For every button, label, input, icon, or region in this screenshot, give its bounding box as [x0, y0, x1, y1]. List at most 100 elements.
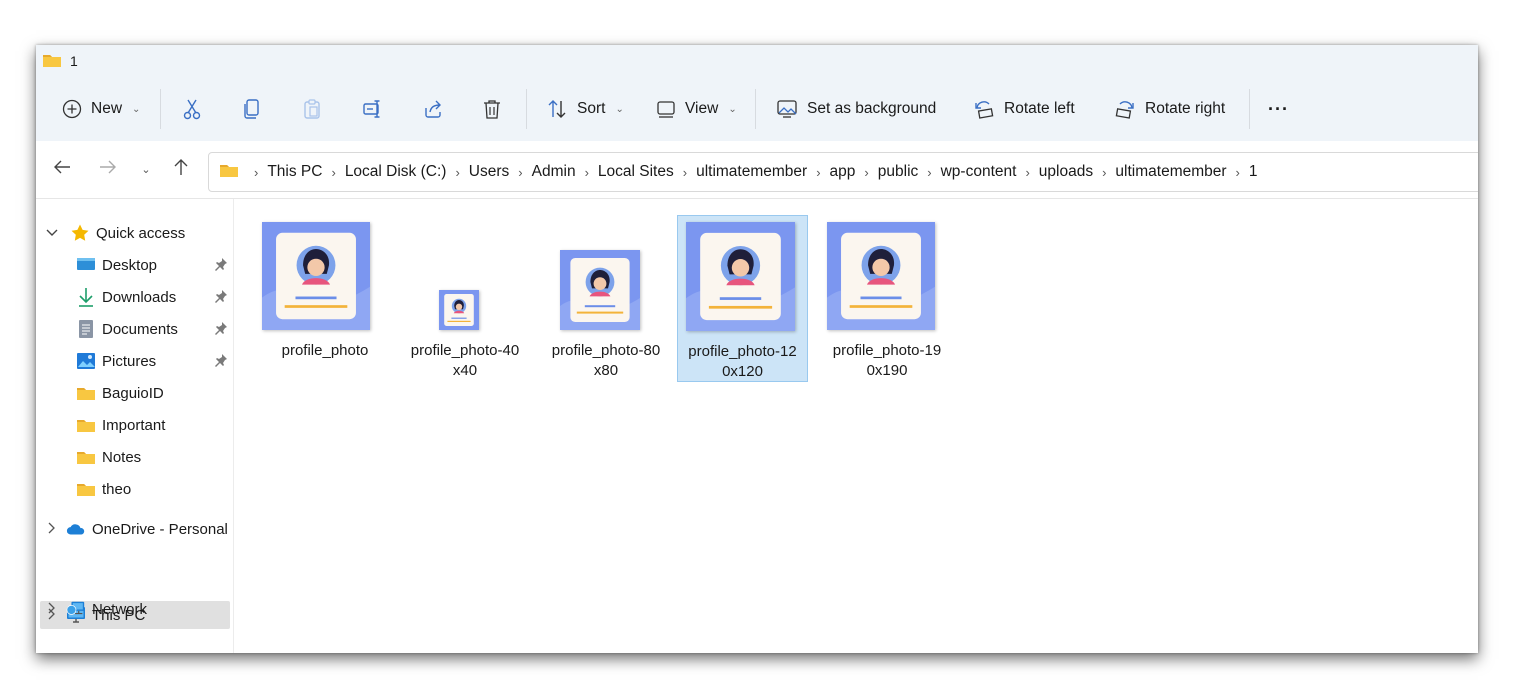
chevron-down-icon: ⌄	[615, 103, 624, 115]
rename-button[interactable]	[362, 85, 384, 133]
breadcrumb-separator: ›	[455, 164, 460, 180]
folder-icon	[76, 447, 96, 467]
breadcrumb-local-disk[interactable]: Local Disk (C:)	[345, 163, 447, 181]
paste-icon	[302, 98, 322, 120]
breadcrumb-local-sites[interactable]: Local Sites	[598, 163, 674, 181]
rotate-left-label: Rotate left	[1004, 100, 1075, 117]
sidebar-label-onedrive: OneDrive - Personal	[92, 520, 228, 538]
pin-icon[interactable]	[214, 257, 228, 275]
rotate-right-icon	[1114, 98, 1136, 120]
folder-icon	[76, 415, 96, 435]
address-bar[interactable]: › This PC › Local Disk (C:) › Users › Admin …	[208, 152, 1478, 192]
file-item-selected[interactable]: profile_photo-12 0x120	[677, 215, 808, 382]
see-more-button[interactable]: ···	[1268, 85, 1289, 133]
chevron-down-icon: ⌄	[728, 103, 737, 115]
chevron-down-icon: ⌄	[132, 103, 141, 115]
view-button[interactable]: View ⌄	[656, 85, 737, 133]
trash-icon	[482, 98, 502, 120]
breadcrumb-separator: ›	[927, 164, 932, 180]
breadcrumb-separator: ›	[254, 164, 259, 180]
file-name-line: x40	[452, 362, 478, 379]
breadcrumb-wp-content[interactable]: wp-content	[941, 163, 1017, 181]
cloud-icon	[66, 519, 86, 539]
sidebar-label-important: Important	[102, 416, 166, 434]
profile-photo-thumbnail-icon	[262, 222, 370, 330]
star-icon	[70, 223, 90, 243]
chevron-right-icon[interactable]	[36, 521, 66, 538]
sidebar-item-network[interactable]: Network	[36, 595, 147, 623]
file-name-line: profile_photo-12	[688, 343, 797, 360]
file-item[interactable]: profile_photo-19 0x190	[821, 217, 953, 383]
file-thumbnail	[678, 216, 807, 336]
sort-button[interactable]: Sort ⌄	[546, 85, 624, 133]
set-as-background-button[interactable]: Set as background	[776, 85, 936, 133]
sidebar-item-documents[interactable]: Documents	[76, 315, 178, 343]
file-name-line: profile_photo-19	[832, 342, 942, 359]
breadcrumb-separator: ›	[816, 164, 821, 180]
sidebar-item-downloads[interactable]: Downloads	[76, 283, 176, 311]
back-button[interactable]	[48, 155, 76, 183]
file-item[interactable]: profile_photo-80 x80	[540, 217, 672, 383]
sidebar-item-pictures[interactable]: Pictures	[76, 347, 156, 375]
cut-button[interactable]	[182, 85, 202, 133]
title-bar: 1	[42, 51, 78, 71]
breadcrumb-this-pc[interactable]: This PC	[267, 163, 322, 181]
breadcrumb-separator: ›	[331, 164, 336, 180]
file-item[interactable]: profile_photo-40 x40	[399, 217, 531, 383]
delete-button[interactable]	[482, 85, 502, 133]
download-arrow-icon	[76, 287, 96, 307]
window-title: 1	[70, 53, 78, 69]
sidebar-item-quick-access[interactable]: Quick access	[36, 219, 185, 247]
file-item[interactable]: profile_photo	[259, 217, 391, 383]
breadcrumb-separator: ›	[1235, 164, 1240, 180]
toolbar-divider	[1249, 89, 1250, 129]
folder-icon	[219, 162, 239, 182]
profile-photo-thumbnail-icon	[560, 250, 640, 330]
breadcrumb-current-folder[interactable]: 1	[1249, 163, 1258, 181]
breadcrumb-admin[interactable]: Admin	[532, 163, 576, 181]
sidebar-label-quick-access: Quick access	[96, 224, 186, 242]
sidebar-item-important[interactable]: Important	[76, 411, 165, 439]
share-button[interactable]	[422, 85, 444, 133]
breadcrumb-ultimatemember[interactable]: ultimatemember	[696, 163, 807, 181]
view-label: View	[685, 100, 719, 117]
rotate-right-button[interactable]: Rotate right	[1114, 85, 1225, 133]
plus-circle-icon	[62, 99, 82, 119]
breadcrumb-app[interactable]: app	[830, 163, 856, 181]
file-explorer-window: 1 New ⌄ Sort ⌄ View ⌄ Set as background …	[36, 45, 1478, 653]
paste-button[interactable]	[302, 85, 322, 133]
breadcrumb-separator: ›	[1102, 164, 1107, 180]
sidebar-item-notes[interactable]: Notes	[76, 443, 141, 471]
pin-icon[interactable]	[214, 289, 228, 307]
breadcrumb-uploads[interactable]: uploads	[1039, 163, 1093, 181]
new-button[interactable]: New ⌄	[62, 85, 140, 133]
copy-button[interactable]	[242, 85, 262, 133]
share-icon	[422, 98, 444, 120]
breadcrumb-ultimatemember-uploads[interactable]: ultimatemember	[1115, 163, 1226, 181]
folder-icon	[76, 479, 96, 499]
sidebar-label-theo: theo	[102, 480, 132, 498]
breadcrumb-public[interactable]: public	[878, 163, 919, 181]
breadcrumb-users[interactable]: Users	[469, 163, 509, 181]
arrow-right-icon	[99, 159, 117, 179]
document-icon	[76, 319, 96, 339]
sidebar-item-desktop[interactable]: Desktop	[76, 251, 157, 279]
sidebar-label-network: Network	[92, 600, 148, 618]
sidebar-item-baguioid[interactable]: BaguioID	[76, 379, 164, 407]
recent-locations-button[interactable]: ⌄	[132, 155, 160, 183]
set-as-background-label: Set as background	[807, 100, 937, 117]
desktop-background-icon	[776, 99, 798, 119]
chevron-down-icon[interactable]	[46, 226, 58, 240]
view-icon	[656, 99, 676, 119]
sidebar-item-onedrive[interactable]: OneDrive - Personal	[36, 515, 228, 543]
copy-icon	[242, 98, 262, 120]
sidebar-item-theo[interactable]: theo	[76, 475, 131, 503]
scissors-icon	[182, 98, 202, 120]
pin-icon[interactable]	[214, 353, 228, 371]
rotate-left-button[interactable]: Rotate left	[973, 85, 1075, 133]
forward-button[interactable]	[94, 155, 122, 183]
chevron-right-icon[interactable]	[36, 601, 66, 618]
navigation-pane: Quick access Desktop Downloads Documents	[36, 199, 234, 653]
pin-icon[interactable]	[214, 321, 228, 339]
up-button[interactable]	[167, 155, 195, 183]
